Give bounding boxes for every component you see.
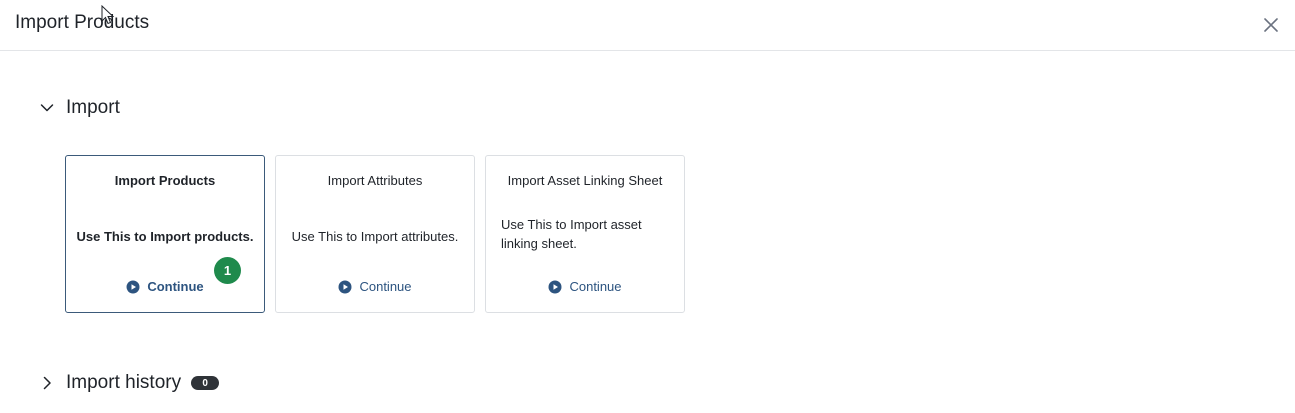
continue-label: Continue xyxy=(359,279,412,294)
close-button[interactable] xyxy=(1260,14,1282,36)
import-section-toggle[interactable]: Import xyxy=(38,95,120,121)
import-products-card[interactable]: Import Products Use This to Import produ… xyxy=(65,155,265,313)
continue-button[interactable]: Continue xyxy=(486,279,684,294)
card-title: Import Asset Linking Sheet xyxy=(507,173,663,188)
import-history-title: Import history xyxy=(66,372,182,393)
card-description: Use This to Import products. xyxy=(76,229,254,244)
play-circle-icon xyxy=(548,280,562,293)
chevron-down-icon xyxy=(40,104,54,112)
dialog-header: Import Products xyxy=(0,0,1295,51)
import-attributes-card[interactable]: Import Attributes Use This to Import att… xyxy=(275,155,475,313)
card-title: Import Products xyxy=(114,173,216,188)
import-asset-linking-card[interactable]: Import Asset Linking Sheet Use This to I… xyxy=(485,155,685,313)
continue-button[interactable]: Continue xyxy=(276,279,474,294)
play-circle-icon xyxy=(126,280,140,293)
mouse-cursor-icon xyxy=(101,5,115,25)
history-count-badge: 0 xyxy=(191,376,220,390)
dialog-title: Import Products xyxy=(15,12,150,33)
chevron-right-icon xyxy=(43,376,51,390)
import-history-toggle[interactable]: Import history 0 xyxy=(38,370,220,396)
card-title: Import Attributes xyxy=(327,173,423,188)
close-icon xyxy=(1264,18,1278,32)
import-section-title: Import xyxy=(66,97,120,118)
play-circle-icon xyxy=(338,280,352,293)
continue-label: Continue xyxy=(569,279,622,294)
continue-label: Continue xyxy=(147,279,204,294)
continue-button[interactable]: Continue xyxy=(66,279,264,294)
card-description: Use This to Import asset linking sheet. xyxy=(501,217,642,251)
card-description: Use This to Import attributes. xyxy=(291,229,459,244)
